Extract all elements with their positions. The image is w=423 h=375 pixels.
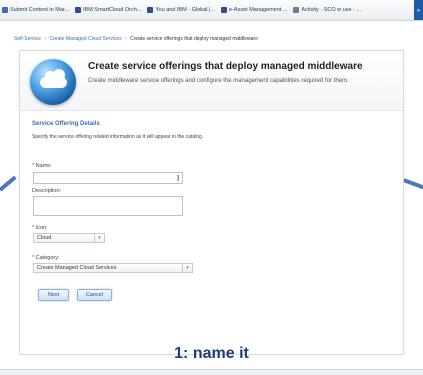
- chevron-down-icon: ▾: [94, 234, 104, 242]
- description-textarea[interactable]: [33, 196, 183, 216]
- panel-header: Create service offerings that deploy man…: [20, 51, 403, 111]
- bookmark-label: e-Asset Management ...: [229, 7, 288, 13]
- name-label: * Name:: [32, 163, 52, 169]
- breadcrumb-separator: ›: [44, 36, 47, 42]
- bookmark-2[interactable]: You and IBM - Global |...: [147, 7, 218, 13]
- cloud-icon: [30, 59, 76, 105]
- icon-label-text: Icon:: [35, 225, 48, 231]
- ibm-icon: [75, 7, 81, 13]
- bottom-strip: [0, 369, 423, 375]
- step-caption: 1: name it: [174, 345, 249, 362]
- page-title: Create service offerings that deploy man…: [88, 61, 363, 72]
- create-offering-panel: Create service offerings that deploy man…: [19, 50, 404, 355]
- section-title: Service Offering Details: [32, 121, 100, 127]
- bookmark-4[interactable]: Activity · SCO w use · ...: [293, 7, 364, 13]
- activity-icon: [293, 7, 300, 13]
- bookmark-label: Activity · SCO w use · ...: [301, 7, 361, 13]
- text-cursor-icon: I: [177, 174, 180, 183]
- breadcrumb-link-self-service[interactable]: Self-Service: [14, 36, 41, 42]
- icon-select[interactable]: Cloud ▾: [33, 233, 105, 243]
- required-marker: *: [32, 163, 35, 169]
- required-marker: *: [32, 225, 35, 231]
- bookmark-label: You and IBM - Global |...: [155, 7, 216, 13]
- icon-select-value: Cloud: [37, 235, 52, 241]
- chevron-down-icon: ▾: [182, 264, 192, 272]
- bookmarks-overflow-icon[interactable]: »: [414, 0, 423, 20]
- category-select-value: Create Managed Cloud Services: [37, 265, 117, 271]
- bookmark-3[interactable]: e-Asset Management ...: [221, 7, 290, 13]
- ibm-icon: [221, 7, 228, 13]
- bookmark-1[interactable]: IBM SmartCloud Orch...: [75, 7, 144, 13]
- required-marker: *: [32, 255, 35, 261]
- category-select[interactable]: Create Managed Cloud Services ▾: [33, 263, 193, 273]
- breadcrumb-separator: ›: [125, 36, 127, 42]
- bookmarks-bar: Submit Content in Mar... IBM SmartCloud …: [0, 0, 423, 21]
- bookmark-label: Submit Content in Mar...: [10, 7, 69, 13]
- page-subtitle: Create middleware service offerings and …: [88, 78, 349, 84]
- breadcrumb: Self-Service › Create Managed Cloud Serv…: [14, 36, 258, 42]
- breadcrumb-current: Create service offerings that deploy man…: [130, 36, 258, 42]
- bookmark-label: IBM SmartCloud Orch...: [83, 7, 142, 13]
- category-label: * Category:: [32, 255, 60, 261]
- section-description: Specify the service offering related inf…: [32, 134, 204, 140]
- bookmark-0[interactable]: Submit Content in Mar...: [2, 7, 72, 13]
- left-arrow-icon: [0, 175, 17, 192]
- description-label: Description:: [32, 188, 62, 194]
- next-button[interactable]: Next: [38, 289, 69, 301]
- name-label-text: Name:: [35, 163, 52, 169]
- ibm-icon: [147, 7, 154, 13]
- cancel-button[interactable]: Cancel: [77, 289, 112, 301]
- icon-label: * Icon:: [32, 225, 48, 231]
- category-label-text: Category:: [35, 255, 60, 261]
- offering-details-section: Service Offering Details Specify the ser…: [20, 121, 403, 140]
- breadcrumb-link-managed-cloud[interactable]: Create Managed Cloud Services: [49, 36, 121, 42]
- doc-icon: [2, 7, 8, 13]
- name-input[interactable]: I: [33, 172, 183, 184]
